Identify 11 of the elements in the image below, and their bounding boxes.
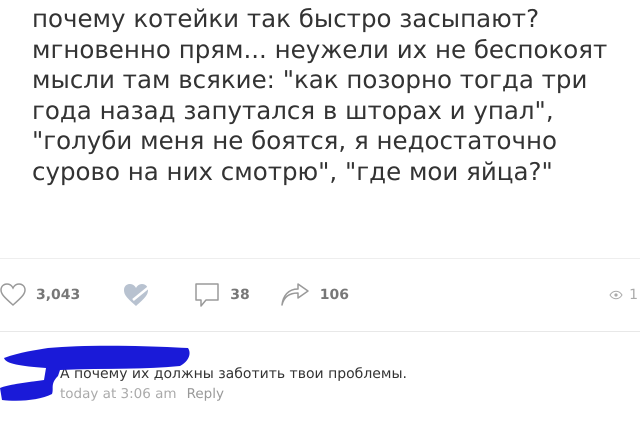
comment-icon[interactable] [194,282,220,308]
eye-icon [609,290,624,300]
comment-time: today at 3:06 am [60,386,177,402]
reply-link[interactable]: Reply [186,386,224,402]
post-text: почему котейки так быстро засыпают? мгновенно прям... неужели их не беспокоят мысли там всякие: "как позорно тогда три года назад запутался в шторах и упал", "голуби меня не боятся, я недостаточно сурово на них смотрю", "где мои яйца?" [31,3,608,188]
heart-icon[interactable] [0,283,26,307]
view-count: 1 [629,287,638,303]
comment-count: 38 [230,287,250,303]
share-icon[interactable] [280,283,310,307]
like-count: 3,043 [36,287,80,303]
share-count: 106 [320,287,350,303]
